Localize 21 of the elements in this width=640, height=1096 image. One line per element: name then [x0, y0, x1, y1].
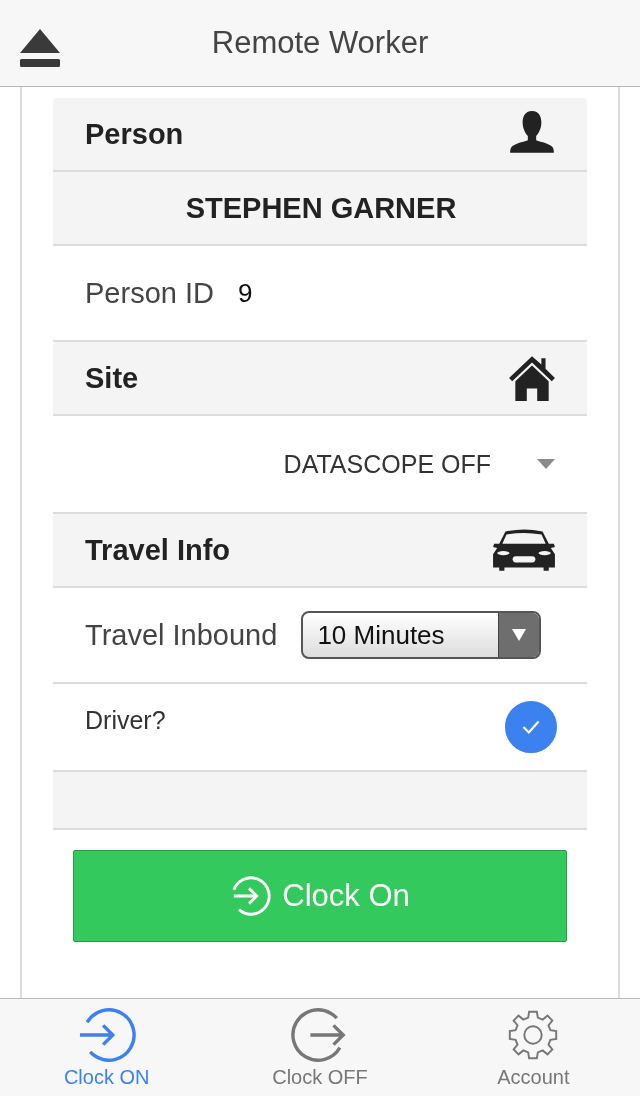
field-value: 9	[237, 277, 253, 309]
eject-icon[interactable]	[19, 27, 61, 69]
field-label: Person ID	[85, 276, 214, 310]
sign-in-icon	[77, 1006, 136, 1064]
person-name: STEPHEN GARNER	[185, 191, 457, 225]
window-title: Remote Worker	[211, 25, 429, 61]
section-title: Person	[85, 117, 184, 151]
caret-icon	[537, 459, 555, 469]
caret-icon	[512, 629, 527, 641]
field-label: Travel Inbound	[85, 618, 278, 652]
checkbox[interactable]	[505, 701, 557, 753]
travel-dropdown[interactable]: 10 Minutes	[301, 611, 542, 659]
tab[interactable]: Clock OFF	[213, 999, 427, 1096]
tab[interactable]: Account	[426, 999, 640, 1096]
sign-in-icon	[230, 875, 273, 917]
checkbox-label: Driver?	[85, 705, 166, 735]
car-icon	[491, 527, 557, 573]
tab[interactable]: Clock ON	[0, 999, 214, 1096]
section-title: Travel Info	[85, 533, 231, 567]
site-dropdown[interactable]: DATASCOPE OFF	[283, 449, 557, 479]
section-title: Site	[85, 361, 139, 395]
